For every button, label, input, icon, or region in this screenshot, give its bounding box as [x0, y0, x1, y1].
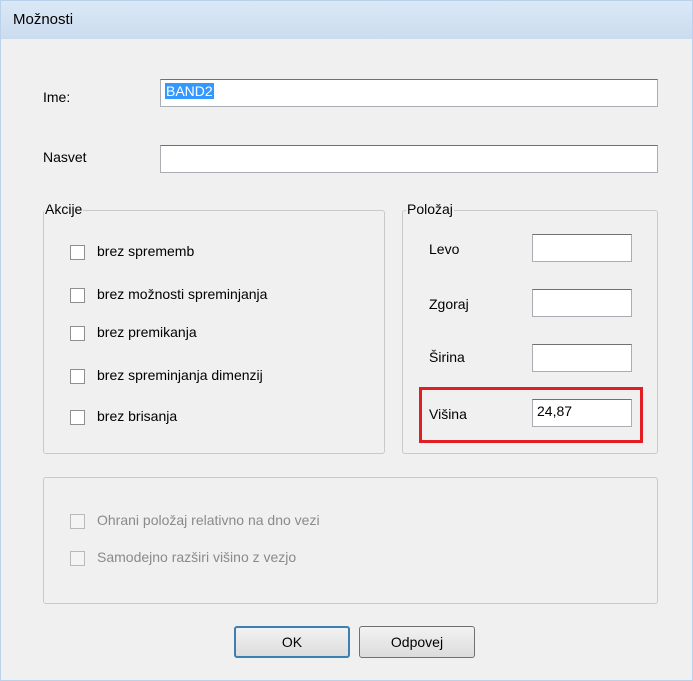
akcije-group	[43, 210, 385, 454]
cancel-button[interactable]: Odpovej	[359, 626, 475, 658]
brez-sprememb-label: brez sprememb	[97, 243, 195, 259]
zgoraj-label: Zgoraj	[429, 296, 469, 312]
ime-label: Ime:	[43, 89, 71, 105]
brez-brisanja-label: brez brisanja	[97, 408, 178, 424]
visina-input[interactable]: 24,87	[532, 399, 632, 427]
ime-input[interactable]: BAND2	[160, 79, 658, 107]
sirina-input[interactable]	[532, 344, 632, 372]
akcije-title: Akcije	[44, 201, 84, 217]
title-bar[interactable]: Možnosti	[1, 1, 692, 39]
options-group	[43, 477, 658, 604]
visina-label: Višina	[429, 406, 467, 422]
brez-sprememb-checkbox[interactable]	[70, 245, 85, 260]
brez-spreminjanja-dimenzij-checkbox[interactable]	[70, 369, 85, 384]
brez-premikanja-checkbox[interactable]	[70, 326, 85, 341]
brez-brisanja-checkbox[interactable]	[70, 410, 85, 425]
brez-moznosti-spreminjanja-checkbox[interactable]	[70, 288, 85, 303]
levo-input[interactable]	[532, 234, 632, 262]
sirina-label: Širina	[429, 349, 465, 365]
polozaj-title: Položaj	[406, 201, 454, 217]
ohrani-polozaj-checkbox	[70, 514, 85, 529]
samodejno-razsiri-label: Samodejno razširi višino z vezjo	[97, 549, 297, 565]
ok-button[interactable]: OK	[234, 626, 350, 658]
brez-spreminjanja-dimenzij-label: brez spreminjanja dimenzij	[97, 367, 263, 383]
nasvet-input[interactable]	[160, 145, 658, 173]
levo-label: Levo	[429, 241, 460, 257]
zgoraj-input[interactable]	[532, 289, 632, 317]
options-dialog: Možnosti Ime: BAND2 Nasvet Akcije brez s…	[0, 0, 693, 681]
samodejno-razsiri-checkbox	[70, 551, 85, 566]
nasvet-label: Nasvet	[43, 149, 87, 165]
brez-moznosti-spreminjanja-label: brez možnosti spreminjanja	[97, 286, 268, 302]
window-title: Možnosti	[13, 11, 74, 28]
ime-value: BAND2	[165, 83, 214, 99]
brez-premikanja-label: brez premikanja	[97, 324, 197, 340]
ohrani-polozaj-label: Ohrani položaj relativno na dno vezi	[97, 512, 320, 528]
visina-value: 24,87	[537, 403, 573, 419]
